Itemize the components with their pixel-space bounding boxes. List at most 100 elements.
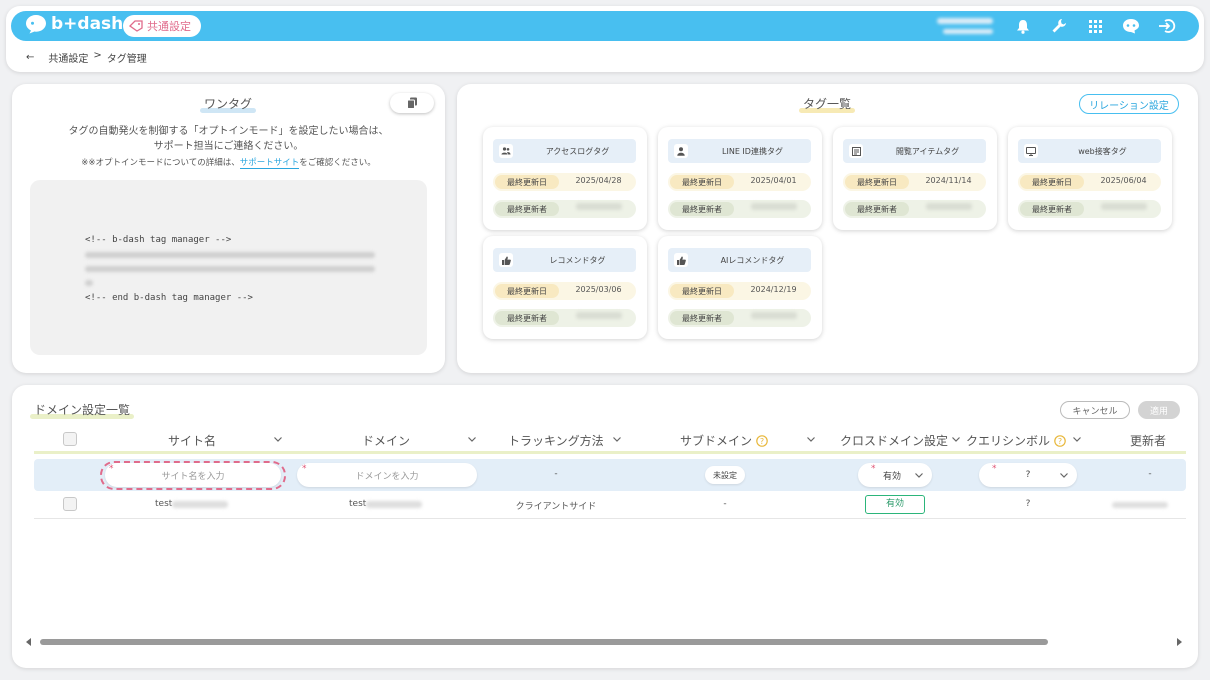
tag-card[interactable]: 閲覧アイテムタグ 最終更新日 2024/11/14 最終更新者 (833, 127, 997, 230)
scroll-thumb[interactable] (40, 639, 1048, 645)
last-updater-blurred (561, 312, 636, 321)
scroll-right-icon[interactable] (1176, 638, 1182, 646)
column-header-domain[interactable]: ドメイン (362, 432, 410, 449)
last-updated-label: 最終更新日 (670, 284, 734, 298)
chat-bot-icon[interactable] (1121, 16, 1141, 36)
svg-text:?: ? (1058, 436, 1062, 445)
chevron-down-icon[interactable] (274, 437, 282, 442)
tag-list-card: タグ一覧 リレーション設定 アクセスログタグ 最終更新日 2025/04/28 最終更… (457, 84, 1198, 373)
copy-icon (406, 97, 417, 109)
tag-card[interactable]: AIレコメンドタグ最終更新日 2024/12/19 最終更新者 (658, 236, 822, 339)
column-header-tracking[interactable]: トラッキング方法 (508, 432, 604, 449)
relation-settings-button[interactable]: リレーション設定 (1079, 94, 1179, 114)
logo-text: b+dash (51, 14, 124, 34)
required-mark: * (992, 464, 997, 474)
row-cross-domain-badge: 有効 (865, 495, 925, 514)
last-updater-label: 最終更新者 (670, 311, 734, 325)
chevron-down-icon (1060, 473, 1068, 478)
row-updater-blurred (1112, 502, 1168, 508)
tag-date-row: 最終更新日 2024/12/19 (668, 282, 811, 300)
tag-date-row: 最終更新日 2025/04/28 (493, 173, 636, 191)
top-navigation-bar: b+dash 共通設定 (11, 11, 1199, 41)
site-name-input-highlight (100, 461, 286, 490)
shared-settings-badge[interactable]: 共通設定 (123, 15, 201, 37)
apply-button[interactable]: 適用 (1138, 401, 1180, 419)
tag-card[interactable]: LINE ID連携タグ 最終更新日 2025/04/01 最終更新者 (658, 127, 822, 230)
breadcrumb-parent[interactable]: 共通設定 (48, 50, 88, 65)
row-domain: test (349, 499, 423, 509)
tag-card[interactable]: アクセスログタグ 最終更新日 2025/04/28 最終更新者 (483, 127, 647, 230)
chevron-down-icon[interactable] (1073, 437, 1081, 442)
chevron-down-icon[interactable] (468, 437, 476, 442)
scroll-left-icon[interactable] (26, 638, 32, 646)
svg-text:?: ? (760, 436, 764, 445)
help-icon[interactable]: ? (756, 434, 768, 447)
wrench-icon[interactable] (1049, 16, 1069, 36)
row-tracking: クライアントサイド (515, 502, 597, 512)
tag-card[interactable]: レコメンドタグ 最終更新日 2025/03/06 最終更新者 (483, 236, 647, 339)
last-updated-date: 2025/04/28 (575, 176, 622, 185)
apps-grid-icon[interactable] (1085, 16, 1105, 36)
column-header-site-name[interactable]: サイト名 (168, 432, 216, 449)
last-updater-label: 最終更新者 (495, 311, 559, 325)
tag-code-box[interactable]: <!-- b-dash tag manager --> <!-- end b-d… (30, 180, 427, 355)
tag-author-row: 最終更新者 (1018, 200, 1161, 218)
input-updater-value: - (1148, 469, 1152, 479)
support-site-link[interactable]: サポートサイト (239, 158, 300, 169)
row-site-name: test (155, 499, 229, 509)
select-all-checkbox[interactable] (63, 432, 77, 446)
breadcrumb-current: タグ管理 (106, 54, 147, 65)
column-header-query-symbol[interactable]: クエリシンボル ? (966, 432, 1066, 449)
tag-card-header: 閲覧アイテムタグ (843, 139, 986, 163)
tag-author-row: 最終更新者 (668, 309, 811, 327)
tag-date-row: 最終更新日 2024/11/14 (843, 173, 986, 191)
breadcrumb-separator: > (93, 50, 102, 61)
bell-icon[interactable] (1013, 16, 1033, 36)
tag-name: 閲覧アイテムタグ (895, 147, 960, 156)
user-info-blurred[interactable] (933, 15, 1001, 37)
tag-name: AIレコメンドタグ (720, 256, 785, 265)
chevron-down-icon[interactable] (807, 437, 815, 442)
domain-input[interactable]: ドメインを入力 (297, 463, 477, 487)
thumbs-up-icon (674, 253, 688, 267)
column-header-subdomain[interactable]: サブドメイン ? (680, 432, 768, 449)
column-header-cross-domain[interactable]: クロスドメイン設定 (840, 432, 948, 449)
required-mark: * (302, 464, 307, 474)
row-subdomain: - (723, 499, 727, 509)
last-updated-date: 2025/03/06 (575, 285, 622, 294)
horizontal-scrollbar[interactable] (26, 637, 1186, 647)
last-updated-label: 最終更新日 (845, 175, 909, 189)
column-header-updater[interactable]: 更新者 (1130, 432, 1166, 449)
tag-name: アクセスログタグ (545, 147, 610, 156)
cross-domain-select[interactable]: 有効 (858, 463, 932, 487)
logo[interactable]: b+dash (25, 14, 123, 34)
tag-author-row: 最終更新者 (668, 200, 811, 218)
back-arrow-icon[interactable]: ← (26, 52, 34, 63)
help-icon[interactable]: ? (1054, 434, 1066, 447)
last-updated-date: 2025/06/04 (1100, 176, 1147, 185)
last-updater-blurred (911, 203, 986, 212)
tag-name: web接客タグ (1078, 147, 1127, 156)
input-tracking-value: - (554, 469, 558, 479)
tag-date-row: 最終更新日 2025/03/06 (493, 282, 636, 300)
copy-button[interactable] (390, 93, 434, 113)
cancel-button[interactable]: キャンセル (1060, 401, 1130, 419)
onetag-description-2: サポート担当にご連絡ください。 (153, 141, 304, 152)
chevron-down-icon[interactable] (952, 437, 960, 442)
chevron-down-icon (915, 473, 923, 478)
onetag-title: ワンタグ (200, 95, 257, 113)
row-checkbox[interactable] (63, 497, 77, 511)
last-updated-label: 最終更新日 (495, 175, 559, 189)
required-mark: * (871, 464, 876, 474)
code-end-comment: <!-- end b-dash tag manager --> (85, 293, 253, 303)
tag-card[interactable]: web接客タグ 最終更新日 2025/06/04 最終更新者 (1008, 127, 1172, 230)
last-updater-blurred (736, 312, 811, 321)
subdomain-toggle[interactable]: 未設定 (705, 466, 745, 484)
last-updater-blurred (1086, 203, 1161, 212)
chevron-down-icon[interactable] (613, 437, 621, 442)
last-updater-label: 最終更新者 (1020, 202, 1084, 216)
logout-icon[interactable] (1157, 16, 1177, 36)
tag-author-row: 最終更新者 (493, 309, 636, 327)
last-updated-date: 2025/04/01 (750, 176, 797, 185)
tag-card-header: AIレコメンドタグ (668, 248, 811, 272)
